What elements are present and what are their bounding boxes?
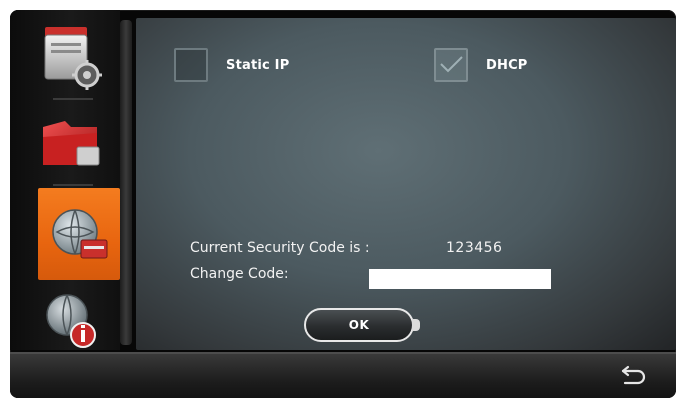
red-folder-icon xyxy=(43,121,100,166)
change-code-label: Change Code: xyxy=(190,266,289,282)
settings-gear-icon xyxy=(44,27,102,90)
ok-button-label: OK xyxy=(348,318,370,332)
device-screen: Static IP DHCP Current Security Code is … xyxy=(10,10,676,398)
current-security-code-value: 123456 xyxy=(446,240,503,256)
sidebar-item-folder[interactable] xyxy=(28,102,114,186)
sidebar-separator xyxy=(53,98,93,100)
back-button[interactable] xyxy=(620,362,648,386)
sidebar xyxy=(10,10,120,350)
change-code-input[interactable] xyxy=(369,269,551,289)
dhcp-label: DHCP xyxy=(486,57,528,73)
sidebar-item-info[interactable] xyxy=(28,280,114,362)
info-globe-icon xyxy=(46,294,96,348)
ok-button-knob xyxy=(412,319,420,331)
bottom-bar xyxy=(10,352,676,398)
checkmark-icon xyxy=(440,56,463,73)
static-ip-label: Static IP xyxy=(226,57,290,73)
dhcp-option[interactable]: DHCP xyxy=(434,48,528,82)
static-ip-checkbox[interactable] xyxy=(174,48,208,82)
ok-button-shell[interactable]: OK xyxy=(304,308,414,342)
sidebar-item-settings[interactable] xyxy=(28,16,114,100)
sidebar-divider xyxy=(120,20,132,345)
sidebar-item-network[interactable] xyxy=(38,188,120,280)
back-arrow-icon xyxy=(621,365,646,385)
network-globe-icon xyxy=(52,209,108,259)
static-ip-option[interactable]: Static IP xyxy=(174,48,289,82)
ok-button[interactable]: OK xyxy=(304,308,422,342)
network-settings-panel: Static IP DHCP Current Security Code is … xyxy=(136,18,676,350)
dhcp-checkbox[interactable] xyxy=(434,48,468,82)
current-security-code-label: Current Security Code is : xyxy=(190,240,370,256)
sidebar-separator xyxy=(53,184,93,186)
